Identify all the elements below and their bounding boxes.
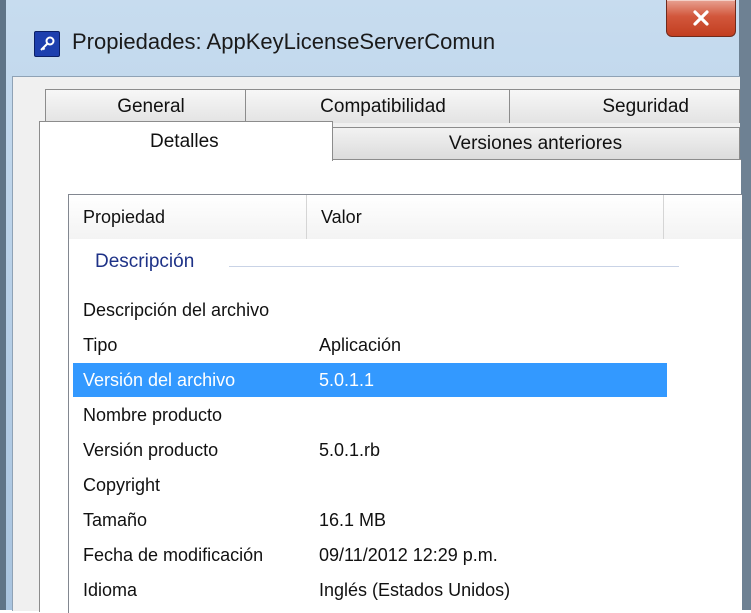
property-name: Descripción del archivo xyxy=(83,300,270,320)
list-item[interactable]: Versión producto 5.0.1.rb xyxy=(73,433,667,467)
list-item[interactable]: Fecha de modificación 09/11/2012 12:29 p… xyxy=(73,538,667,572)
tab-label: Detalles xyxy=(150,130,219,152)
key-icon xyxy=(34,31,60,57)
window-title: Propiedades: AppKeyLicenseServerComun xyxy=(72,29,496,54)
group-header-descripcion: Descripción xyxy=(95,251,195,272)
column-label: Propiedad xyxy=(83,206,166,227)
tab-label: Seguridad xyxy=(602,95,689,117)
property-name: Versión producto xyxy=(83,440,219,460)
list-item[interactable]: Copyright xyxy=(73,468,667,502)
column-header-propiedad[interactable]: Propiedad xyxy=(69,195,307,239)
tab-detalles[interactable]: Detalles xyxy=(39,121,333,161)
column-header-empty xyxy=(664,195,742,239)
window-border-left xyxy=(0,0,6,610)
property-name: Versión del archivo xyxy=(83,370,236,390)
tab-label: General xyxy=(117,95,185,117)
property-name: Tamaño xyxy=(83,510,148,530)
property-name: Fecha de modificación xyxy=(83,545,264,565)
list-item[interactable]: Tamaño 16.1 MB xyxy=(73,503,667,537)
list-item[interactable]: Idioma Inglés (Estados Unidos) xyxy=(73,573,667,607)
property-value: Inglés (Estados Unidos) xyxy=(319,580,511,600)
column-label: Valor xyxy=(321,206,362,227)
properties-list[interactable]: Propiedad Valor Descripción Descripción … xyxy=(68,194,742,613)
dialog-client-area: General Compatibilidad Seguridad Version… xyxy=(12,76,742,613)
list-item[interactable]: Descripción del archivo xyxy=(73,293,667,327)
tab-label: Compatibilidad xyxy=(320,95,446,117)
property-value: 16.1 MB xyxy=(319,510,387,530)
property-value: 09/11/2012 12:29 p.m. xyxy=(319,545,498,565)
tab-label: Versiones anteriores xyxy=(448,132,623,154)
property-name: Idioma xyxy=(83,580,138,600)
list-item[interactable]: Tipo Aplicación xyxy=(73,328,667,362)
tab-seguridad[interactable]: Seguridad xyxy=(509,89,740,123)
property-value: Aplicación xyxy=(319,335,402,355)
tab-panel-detalles: Propiedad Valor Descripción Descripción … xyxy=(39,159,742,613)
column-header-valor[interactable]: Valor xyxy=(307,195,664,239)
property-name: Tipo xyxy=(83,335,118,355)
list-item[interactable]: Nombre producto xyxy=(73,398,667,432)
property-name: Nombre producto xyxy=(83,405,223,425)
title-bar[interactable]: Propiedades: AppKeyLicenseServerComun xyxy=(6,0,739,76)
property-name: Copyright xyxy=(83,475,161,495)
close-icon xyxy=(693,10,709,26)
group-divider xyxy=(229,266,679,267)
property-value: 5.0.1.rb xyxy=(319,440,381,460)
property-value: 5.0.1.1 xyxy=(319,370,375,390)
tab-compatibilidad[interactable]: Compatibilidad xyxy=(245,89,521,123)
tab-versiones-anteriores[interactable]: Versiones anteriores xyxy=(331,127,740,159)
tab-general[interactable]: General xyxy=(45,89,257,123)
close-button[interactable] xyxy=(666,0,736,37)
list-item-selected[interactable]: Versión del archivo 5.0.1.1 xyxy=(73,363,667,397)
